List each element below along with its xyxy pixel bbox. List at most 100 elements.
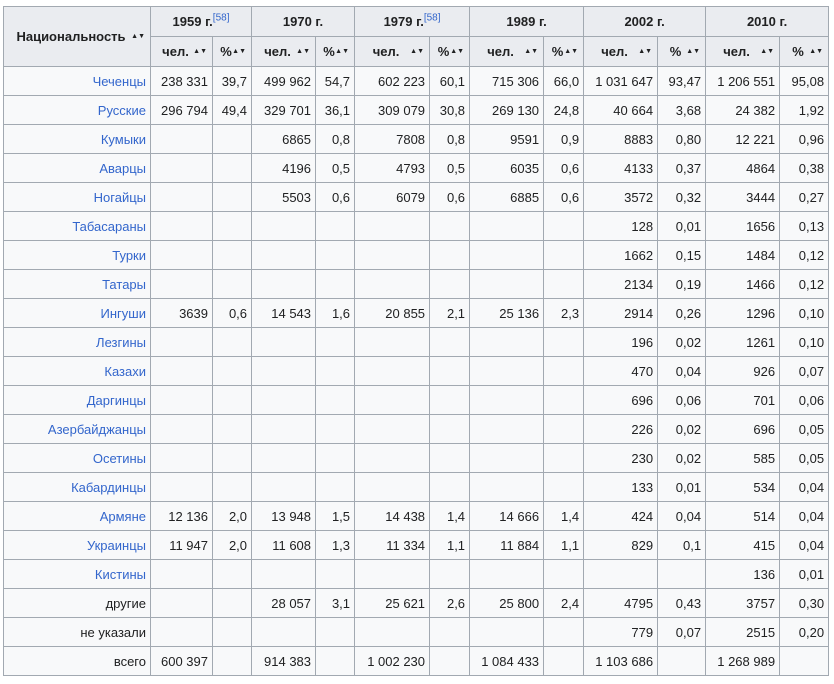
people-column-header[interactable]: чел. ▲▼ (469, 36, 545, 67)
percent-cell: 0,05 (779, 414, 830, 444)
nationality-label: всего (113, 653, 146, 669)
nationality-link[interactable]: Осетины (93, 451, 146, 466)
percent-column-header[interactable]: % ▲▼ (779, 36, 830, 67)
percent-cell (315, 269, 356, 299)
nationality-cell[interactable]: Русские (3, 95, 151, 125)
nationality-cell[interactable]: Ногайцы (3, 182, 151, 212)
header-row-years: Национальность ▲▼ 1959 г.[58] 1970 г. 1979… (3, 6, 830, 67)
nationality-link[interactable]: Русские (98, 103, 146, 118)
nationality-cell[interactable]: Кабардинцы (3, 472, 151, 502)
people-count-cell (150, 182, 213, 212)
percent-column-header[interactable]: % ▲▼ (543, 36, 585, 67)
people-count-cell (150, 559, 213, 589)
people-count-cell (469, 385, 545, 415)
nationality-link[interactable]: Армяне (100, 509, 146, 524)
nationality-link[interactable]: Украинцы (87, 538, 146, 553)
sort-icon[interactable]: ▲▼ (410, 48, 424, 55)
nationality-link[interactable]: Турки (112, 248, 146, 263)
nationality-link[interactable]: Кумыки (101, 132, 146, 147)
people-count-cell (150, 153, 213, 183)
people-count-cell (354, 211, 431, 241)
people-column-header[interactable]: чел. ▲▼ (150, 36, 213, 67)
sort-icon[interactable]: ▲▼ (193, 48, 207, 55)
percent-cell (211, 414, 253, 444)
sort-icon[interactable]: ▲▼ (524, 48, 538, 55)
nationality-link[interactable]: Кистины (95, 567, 146, 582)
nationality-cell[interactable]: Казахи (3, 356, 151, 386)
nationality-link[interactable]: Татары (102, 277, 146, 292)
nationality-link[interactable]: Чеченцы (93, 74, 146, 89)
percent-cell (315, 356, 356, 386)
nationality-link[interactable]: Ингуши (101, 306, 146, 321)
reference-link[interactable]: [58] (213, 13, 230, 24)
nationality-link[interactable]: Даргинцы (87, 393, 146, 408)
people-count-cell: 8883 (583, 124, 659, 154)
percent-cell (211, 356, 253, 386)
nationality-cell[interactable]: Кумыки (3, 124, 151, 154)
nationality-cell[interactable]: Ингуши (3, 298, 151, 328)
nationality-link[interactable]: Лезгины (96, 335, 146, 350)
sort-icon[interactable]: ▲▼ (131, 33, 145, 40)
nationality-cell[interactable]: Татары (3, 269, 151, 299)
people-count-cell (150, 327, 213, 357)
people-column-header[interactable]: чел. ▲▼ (354, 36, 431, 67)
sort-icon[interactable]: ▲▼ (335, 48, 349, 55)
people-column-header[interactable]: чел. ▲▼ (251, 36, 317, 67)
sort-icon[interactable]: ▲▼ (296, 48, 310, 55)
sort-icon[interactable]: ▲▼ (809, 48, 823, 55)
percent-cell: 93,47 (657, 66, 707, 96)
people-count-cell: 14 438 (354, 501, 431, 531)
nationality-header[interactable]: Национальность ▲▼ (3, 6, 151, 67)
nationality-link[interactable]: Табасараны (72, 219, 146, 234)
people-count-cell (251, 356, 317, 386)
nationality-cell[interactable]: Табасараны (3, 211, 151, 241)
sort-icon[interactable]: ▲▼ (232, 48, 246, 55)
nationality-cell[interactable]: Чеченцы (3, 66, 151, 96)
percent-column-header[interactable]: % ▲▼ (657, 36, 707, 67)
people-count-cell: 4864 (705, 153, 781, 183)
percent-column-header[interactable]: % ▲▼ (211, 36, 253, 67)
percent-cell: 0,10 (779, 327, 830, 357)
percent-column-header[interactable]: % ▲▼ (315, 36, 356, 67)
nationality-cell[interactable]: Лезгины (3, 327, 151, 357)
percent-cell (211, 588, 253, 618)
nationality-cell[interactable]: Украинцы (3, 530, 151, 560)
sort-icon[interactable]: ▲▼ (686, 48, 700, 55)
people-column-header[interactable]: чел. ▲▼ (583, 36, 659, 67)
people-count-cell (469, 559, 545, 589)
people-count-cell: 2134 (583, 269, 659, 299)
people-count-cell: 602 223 (354, 66, 431, 96)
nationality-cell[interactable]: Армяне (3, 501, 151, 531)
nationality-link[interactable]: Ногайцы (94, 190, 146, 205)
sort-icon[interactable]: ▲▼ (564, 48, 578, 55)
sort-icon[interactable]: ▲▼ (450, 48, 464, 55)
sort-icon[interactable]: ▲▼ (760, 48, 774, 55)
nationality-link[interactable]: Аварцы (99, 161, 146, 176)
percent-cell (543, 327, 585, 357)
percent-cell: 1,5 (315, 501, 356, 531)
nationality-cell[interactable]: Кистины (3, 559, 151, 589)
people-count-cell: 20 855 (354, 298, 431, 328)
percent-cell: 0,06 (657, 385, 707, 415)
nationality-link[interactable]: Казахи (104, 364, 146, 379)
percent-column-header[interactable]: % ▲▼ (429, 36, 471, 67)
sort-icon[interactable]: ▲▼ (638, 48, 652, 55)
percent-cell: 1,4 (543, 501, 585, 531)
people-count-cell: 424 (583, 501, 659, 531)
percent-cell (429, 385, 471, 415)
people-count-cell (150, 443, 213, 473)
percent-cell: 39,7 (211, 66, 253, 96)
nationality-cell[interactable]: Аварцы (3, 153, 151, 183)
nationality-cell[interactable]: Даргинцы (3, 385, 151, 415)
percent-cell: 0,02 (657, 327, 707, 357)
nationality-cell[interactable]: Турки (3, 240, 151, 270)
nationality-header-label: Национальность (16, 29, 126, 44)
people-column-header[interactable]: чел. ▲▼ (705, 36, 781, 67)
nationality-link[interactable]: Кабардинцы (71, 480, 146, 495)
nationality-link[interactable]: Азербайджанцы (48, 422, 146, 437)
reference-link[interactable]: [58] (424, 13, 441, 24)
table-row: Ингуши 3639 0,6 14 543 1,6 20 855 2,1 25 136 2,3… (3, 298, 830, 328)
nationality-cell[interactable]: Азербайджанцы (3, 414, 151, 444)
percent-cell: 2,4 (543, 588, 585, 618)
nationality-cell[interactable]: Осетины (3, 443, 151, 473)
